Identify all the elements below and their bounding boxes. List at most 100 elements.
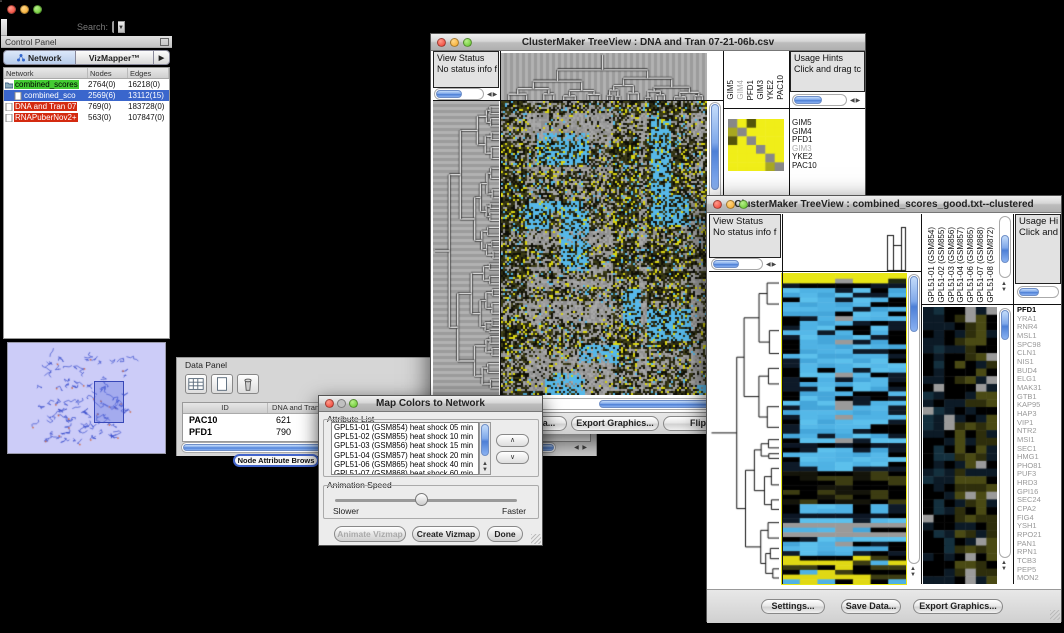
row-label[interactable]: PAC10 <box>792 162 817 171</box>
column-label[interactable]: GPL51-04 (GSM857) <box>956 227 965 303</box>
column-label[interactable]: GIM5 <box>726 80 735 100</box>
animation-slider-thumb[interactable] <box>415 493 428 506</box>
column-label[interactable]: GPL51-02 (GSM855) <box>937 227 946 303</box>
treeview2-buttonbar: Settings... Save Data... Export Graphics..… <box>707 589 1061 623</box>
zoom-button[interactable] <box>463 38 472 47</box>
scroll-arrows[interactable]: ◀▶ <box>487 91 498 98</box>
attribute-list-item[interactable]: GPL51-07 (GSM868) heat shock 60 min <box>332 469 478 475</box>
create-vizmap-button[interactable]: Create Vizmap <box>412 526 480 542</box>
view-status-scrollbar[interactable] <box>434 88 484 100</box>
close-button[interactable] <box>325 399 334 408</box>
close-button[interactable] <box>713 200 722 209</box>
column-label[interactable]: GPL51-03 (GSM856) <box>947 227 956 303</box>
attribute-list-item[interactable]: GPL51-02 (GSM855) heat shock 10 min <box>332 432 478 441</box>
tab-network[interactable]: Network <box>3 50 76 65</box>
export-graphics-button[interactable]: Export Graphics... <box>913 599 1003 614</box>
tab-vizmapper[interactable]: VizMapper™ <box>76 50 154 65</box>
column-header[interactable]: Edges <box>128 68 169 78</box>
network-row[interactable]: combined_scores2764(0)16218(0) <box>4 79 169 90</box>
column-label[interactable]: GPL51-01 (GSM854) <box>927 227 936 303</box>
zoom-vscrollbar[interactable] <box>999 308 1011 558</box>
scroll-arrows[interactable]: ◀▶ <box>850 97 861 104</box>
heatmap-vscrollbar[interactable] <box>908 274 920 564</box>
attribute-select-icon[interactable] <box>185 374 207 394</box>
main-heatmap-canvas[interactable] <box>781 273 907 585</box>
view-status-scrollbar[interactable] <box>711 258 763 270</box>
main-heatmap-canvas[interactable] <box>501 101 707 395</box>
minimize-button[interactable] <box>450 38 459 47</box>
attribute-list-scrollbar[interactable]: ▲▼ <box>479 422 491 475</box>
usage-hints-panel: Usage HintsClick and drag tc <box>790 51 865 92</box>
zoom-heatmap-canvas[interactable] <box>923 307 997 584</box>
column-label[interactable]: GPL51-06 (GSM865) <box>966 227 975 303</box>
scroll-arrows[interactable]: ◀ ▶ <box>574 444 588 451</box>
overview-viewport-rect[interactable] <box>94 381 124 423</box>
tab-overflow-button[interactable]: ▶ <box>154 50 170 65</box>
network-row[interactable]: DNA and Tran 07769(0)183728(0) <box>4 101 169 112</box>
animate-vizmap-button[interactable]: Animate Vizmap <box>334 526 406 542</box>
close-button[interactable] <box>437 38 446 47</box>
dialog-titlebar[interactable]: Map Colors to Network <box>319 396 542 412</box>
export-graphics-button[interactable]: Export Graphics... <box>571 416 659 431</box>
attribute-list[interactable]: GPL51-01 (GSM854) heat shock 05 minGPL51… <box>331 422 479 475</box>
scroll-arrows[interactable]: ◀▶ <box>766 261 777 268</box>
map-colors-dialog: Map Colors to Network Attribute List GPL… <box>318 395 543 546</box>
zoom-button[interactable] <box>739 200 748 209</box>
search-label: Search: <box>77 22 108 32</box>
close-button[interactable] <box>7 5 16 14</box>
float-panel-icon[interactable] <box>160 38 169 46</box>
row-label[interactable]: MON2 <box>1017 574 1061 583</box>
column-label[interactable]: GIM3 <box>756 80 765 100</box>
column-label[interactable]: PAC10 <box>776 75 785 100</box>
attribute-list-item[interactable]: GPL51-06 (GSM865) heat shock 40 min <box>332 460 478 469</box>
move-down-button[interactable]: ∨ <box>496 451 529 464</box>
column-label[interactable]: PFD1 <box>746 80 755 100</box>
minimize-button[interactable] <box>337 399 346 408</box>
resize-grip[interactable] <box>531 534 541 544</box>
attribute-list-item[interactable]: GPL51-01 (GSM854) heat shock 05 min <box>332 423 478 432</box>
scroll-arrows[interactable]: ▲▼ <box>1001 560 1008 572</box>
network-overview-panel[interactable] <box>7 342 166 454</box>
settings-button[interactable]: Settings... <box>761 599 825 614</box>
usage-hints-scrollbar[interactable] <box>1017 286 1059 298</box>
search-input[interactable] <box>112 21 114 33</box>
column-header[interactable]: ID <box>183 403 268 413</box>
search-dropdown-arrow[interactable]: ▼ <box>118 21 125 33</box>
scroll-arrows[interactable]: ▲▼ <box>1001 281 1008 293</box>
usage-hints-scrollbar[interactable] <box>792 94 847 106</box>
network-row[interactable]: combined_sco2569(6)13112(15) <box>4 90 169 101</box>
column-dendrogram-canvas[interactable] <box>501 53 707 101</box>
attribute-list-item[interactable]: GPL51-03 (GSM856) heat shock 15 min <box>332 441 478 450</box>
column-header[interactable]: Nodes <box>88 68 128 78</box>
column-label[interactable]: YKE2 <box>766 80 775 100</box>
zoom-button[interactable] <box>33 5 42 14</box>
scroll-arrows[interactable]: ▲▼ <box>910 566 920 578</box>
column-label[interactable]: GPL51-07 (GSM868) <box>976 227 985 303</box>
column-header[interactable]: Network <box>4 68 88 78</box>
column-dendrogram-canvas[interactable] <box>783 215 907 271</box>
column-label[interactable]: GIM4 <box>736 80 745 100</box>
minimize-button[interactable] <box>20 5 29 14</box>
save-data-button[interactable]: Save Data... <box>841 599 901 614</box>
node-attribute-browser-tab[interactable]: Node Attribute Brows <box>233 454 319 467</box>
network-table-header[interactable]: NetworkNodesEdges <box>4 68 169 79</box>
window-controls[interactable] <box>1 1 42 18</box>
column-label[interactable]: GPL51-08 (GSM872) <box>986 227 995 303</box>
row-dendrogram-canvas[interactable] <box>433 101 499 395</box>
move-up-button[interactable]: ∧ <box>496 434 529 447</box>
zoom-heatmap-canvas[interactable] <box>728 119 784 171</box>
minimize-button[interactable] <box>726 200 735 209</box>
file-icon <box>14 92 22 100</box>
treeview2-titlebar[interactable]: ClusterMaker TreeView : combined_scores_… <box>707 196 1061 213</box>
slower-label: Slower <box>333 506 359 516</box>
row-dendrogram-canvas[interactable] <box>709 272 779 584</box>
column-labels-scrollbar[interactable] <box>999 216 1011 278</box>
zoom-button[interactable] <box>349 399 358 408</box>
new-attribute-icon[interactable] <box>211 374 233 394</box>
delete-attribute-icon[interactable] <box>237 374 259 394</box>
network-row[interactable]: RNAPuberNov2+563(0)107847(0) <box>4 112 169 123</box>
resize-grip[interactable] <box>1050 610 1060 620</box>
treeview1-titlebar[interactable]: ClusterMaker TreeView : DNA and Tran 07-… <box>431 34 865 51</box>
attribute-list-item[interactable]: GPL51-04 (GSM857) heat shock 20 min <box>332 451 478 460</box>
done-button[interactable]: Done <box>487 526 523 542</box>
